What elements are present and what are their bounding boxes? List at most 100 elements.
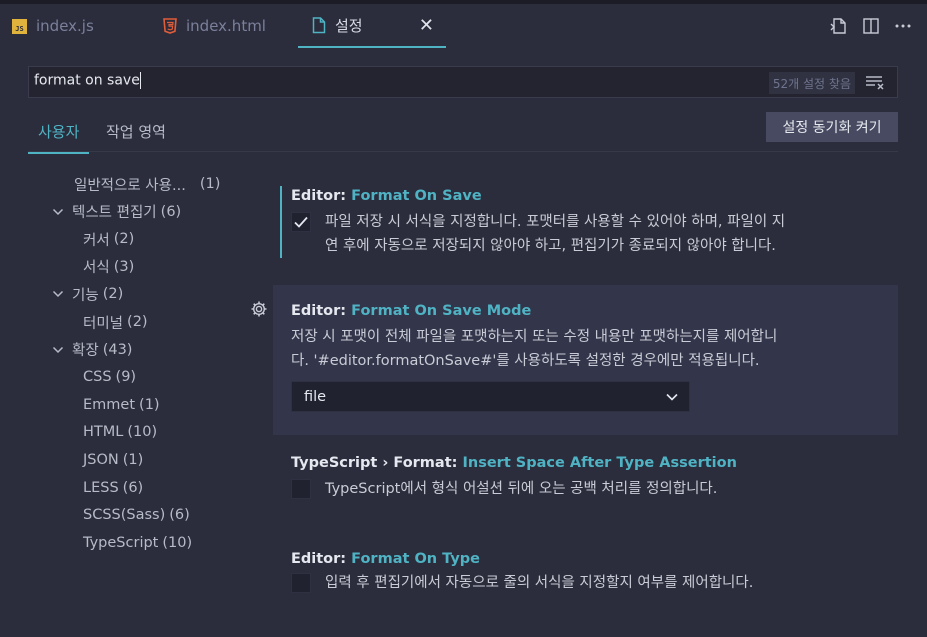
toc-item-label: HTML	[83, 424, 124, 441]
toc-item[interactable]: LESS (6)	[83, 476, 143, 500]
setting-key: Format On Save	[351, 188, 482, 204]
html5-file-icon	[163, 18, 177, 34]
more-actions-icon[interactable]	[893, 16, 913, 36]
setting-description: 파일 저장 시 서식을 지정합니다. 포맷터를 사용할 수 있어야 하며, 파일…	[325, 210, 885, 258]
setting-format-on-save-mode: Editor: Format On Save Mode 저장 시 포맷이 전체 …	[273, 285, 898, 435]
toc-item-count: (10)	[162, 534, 193, 551]
search-result-count: 52개 설정 찾음	[768, 72, 855, 94]
chevron-down-icon[interactable]	[52, 288, 68, 300]
toc-item[interactable]: 확장 (43)	[52, 338, 132, 362]
setting-title: TypeScript › Format: Insert Space After …	[291, 455, 737, 471]
toc-item-count: (10)	[127, 424, 158, 441]
toc-item[interactable]: 터미널 (2)	[83, 310, 148, 334]
toc-item[interactable]: JSON (1)	[83, 448, 143, 472]
setting-format-on-type: Editor: Format On Type 입력 후 편집기에서 자동으로 줄…	[280, 551, 898, 601]
toc-item-label: LESS	[83, 479, 119, 496]
tab-user-settings[interactable]: 사용자	[28, 121, 90, 154]
setting-checkbox-row: 파일 저장 시 서식을 지정합니다. 포맷터를 사용할 수 있어야 하며, 파일…	[291, 210, 885, 258]
check-icon	[294, 216, 308, 228]
turn-on-settings-sync-button[interactable]: 설정 동기화 켜기	[766, 112, 898, 142]
setting-category: Editor:	[291, 303, 352, 319]
tab-index-html[interactable]: index.html	[163, 4, 266, 48]
setting-description: 저장 시 포맷이 전체 파일을 포맷하는지 또는 수정 내용만 포맷하는지를 제…	[291, 325, 881, 373]
toc-item-count: (1)	[122, 452, 144, 468]
tab-label: 설정	[335, 16, 363, 35]
toc-item-count: (9)	[115, 369, 137, 386]
toc-item-label: 확장	[72, 343, 99, 360]
open-settings-json-icon[interactable]	[829, 16, 849, 36]
setting-checkbox-row: TypeScript에서 형식 어설션 뒤에 오는 공백 처리를 정의합니다.	[291, 477, 885, 501]
description-line: 연 후에 자동으로 저장되지 않아야 하고, 편집기가 종료되지 않아야 합니다…	[325, 238, 776, 254]
editor-actions	[829, 16, 913, 36]
toc-item-count: (6)	[122, 479, 144, 496]
description-line: 저장 시 포맷이 전체 파일을 포맷하는지 또는 수정 내용만 포맷하는지를 제…	[291, 329, 778, 345]
setting-key: Format On Type	[351, 551, 480, 567]
format-on-type-checkbox[interactable]	[291, 573, 311, 593]
toc-item[interactable]: 커서 (2)	[83, 227, 134, 251]
toc-item-count: (6)	[160, 203, 182, 220]
setting-format-on-save: Editor: Format On Save 파일 저장 시 서식을 지정합니다…	[280, 186, 898, 258]
toc-item-label: CSS	[83, 369, 112, 386]
setting-title: Editor: Format On Save	[291, 188, 482, 204]
tab-workspace-settings[interactable]: 작업 영역	[106, 121, 166, 142]
toc-item[interactable]: 서식 (3)	[83, 255, 134, 279]
toc-item-label: TypeScript	[83, 534, 159, 551]
setting-category: TypeScript › Format:	[291, 455, 463, 471]
chevron-down-icon[interactable]	[52, 206, 68, 218]
ts-insert-space-checkbox[interactable]	[291, 479, 311, 499]
setting-title: Editor: Format On Save Mode	[291, 303, 531, 319]
setting-ts-insert-space-after-type-assertion: TypeScript › Format: Insert Space After …	[280, 455, 898, 505]
toc-item-count: (2)	[102, 286, 124, 303]
chevron-down-icon	[665, 390, 679, 408]
toc-item-label: SCSS(Sass)	[83, 507, 166, 524]
setting-description: 입력 후 편집기에서 자동으로 줄의 서식을 지정할지 여부를 제어합니다.	[325, 575, 754, 591]
chevron-down-icon[interactable]	[52, 344, 68, 356]
toc-item-label: 터미널	[83, 315, 124, 332]
toc-item-label: JSON	[83, 452, 119, 468]
tab-bar: JS index.js index.html 설정 ✕	[0, 4, 927, 48]
toc-item[interactable]: 기능 (2)	[52, 282, 123, 306]
toc-item[interactable]: SCSS(Sass) (6)	[83, 503, 190, 527]
tab-settings[interactable]: 설정 ✕	[298, 4, 446, 48]
setting-description: TypeScript에서 형식 어설션 뒤에 오는 공백 처리를 정의합니다.	[325, 481, 718, 497]
toc-item[interactable]: TypeScript (10)	[83, 531, 192, 555]
settings-search-input[interactable]: format on save	[34, 72, 734, 89]
toc-item-label: 기능	[72, 287, 99, 304]
toc-item[interactable]: Emmet (1)	[83, 393, 160, 417]
clear-filter-icon[interactable]	[865, 74, 885, 94]
toc-item-label: 텍스트 편집기	[72, 205, 157, 222]
tab-index-js[interactable]: JS index.js	[12, 4, 94, 48]
setting-category: Editor:	[291, 188, 352, 204]
modified-indicator	[280, 186, 282, 258]
toc-item[interactable]: CSS (9)	[83, 365, 136, 389]
tab-label: index.html	[186, 17, 266, 35]
toc-item[interactable]: 일반적으로 사용... (1)	[74, 172, 220, 196]
toc-item[interactable]: 텍스트 편집기 (6)	[52, 200, 181, 224]
settings-search-box[interactable]: format on save 52개 설정 찾음	[28, 66, 898, 98]
search-query-text: format on save	[34, 72, 140, 89]
format-on-save-mode-select[interactable]: file	[291, 381, 690, 412]
toc-item-count: (3)	[113, 258, 135, 275]
js-file-icon: JS	[12, 18, 27, 34]
tab-label: index.js	[36, 17, 94, 35]
setting-key: Format On Save Mode	[351, 303, 532, 319]
description-line: 파일 저장 시 서식을 지정합니다. 포맷터를 사용할 수 있어야 하며, 파일…	[325, 214, 786, 230]
toc-item-label: Emmet	[83, 396, 136, 413]
description-line: 다. '#editor.formatOnSave#'를 사용하도록 설정한 경우…	[291, 353, 760, 369]
file-icon	[312, 16, 326, 34]
select-value: file	[304, 388, 327, 405]
gear-icon[interactable]	[250, 300, 268, 322]
toc-item-count: (6)	[169, 507, 190, 524]
close-icon[interactable]: ✕	[419, 15, 434, 36]
setting-key: Insert Space After Type Assertion	[462, 455, 737, 471]
toc-item-label: 일반적으로 사용...	[74, 177, 186, 194]
setting-category: Editor:	[291, 551, 352, 567]
toc-item-count: (2)	[113, 231, 135, 248]
format-on-save-checkbox[interactable]	[291, 212, 311, 232]
toc-item-label: 서식	[83, 260, 110, 277]
split-editor-icon[interactable]	[861, 16, 881, 36]
toc-item[interactable]: HTML (10)	[83, 420, 157, 444]
setting-title: Editor: Format On Type	[291, 551, 480, 567]
toc-item-count: (1)	[199, 176, 221, 192]
toc-item-count: (43)	[102, 341, 133, 358]
